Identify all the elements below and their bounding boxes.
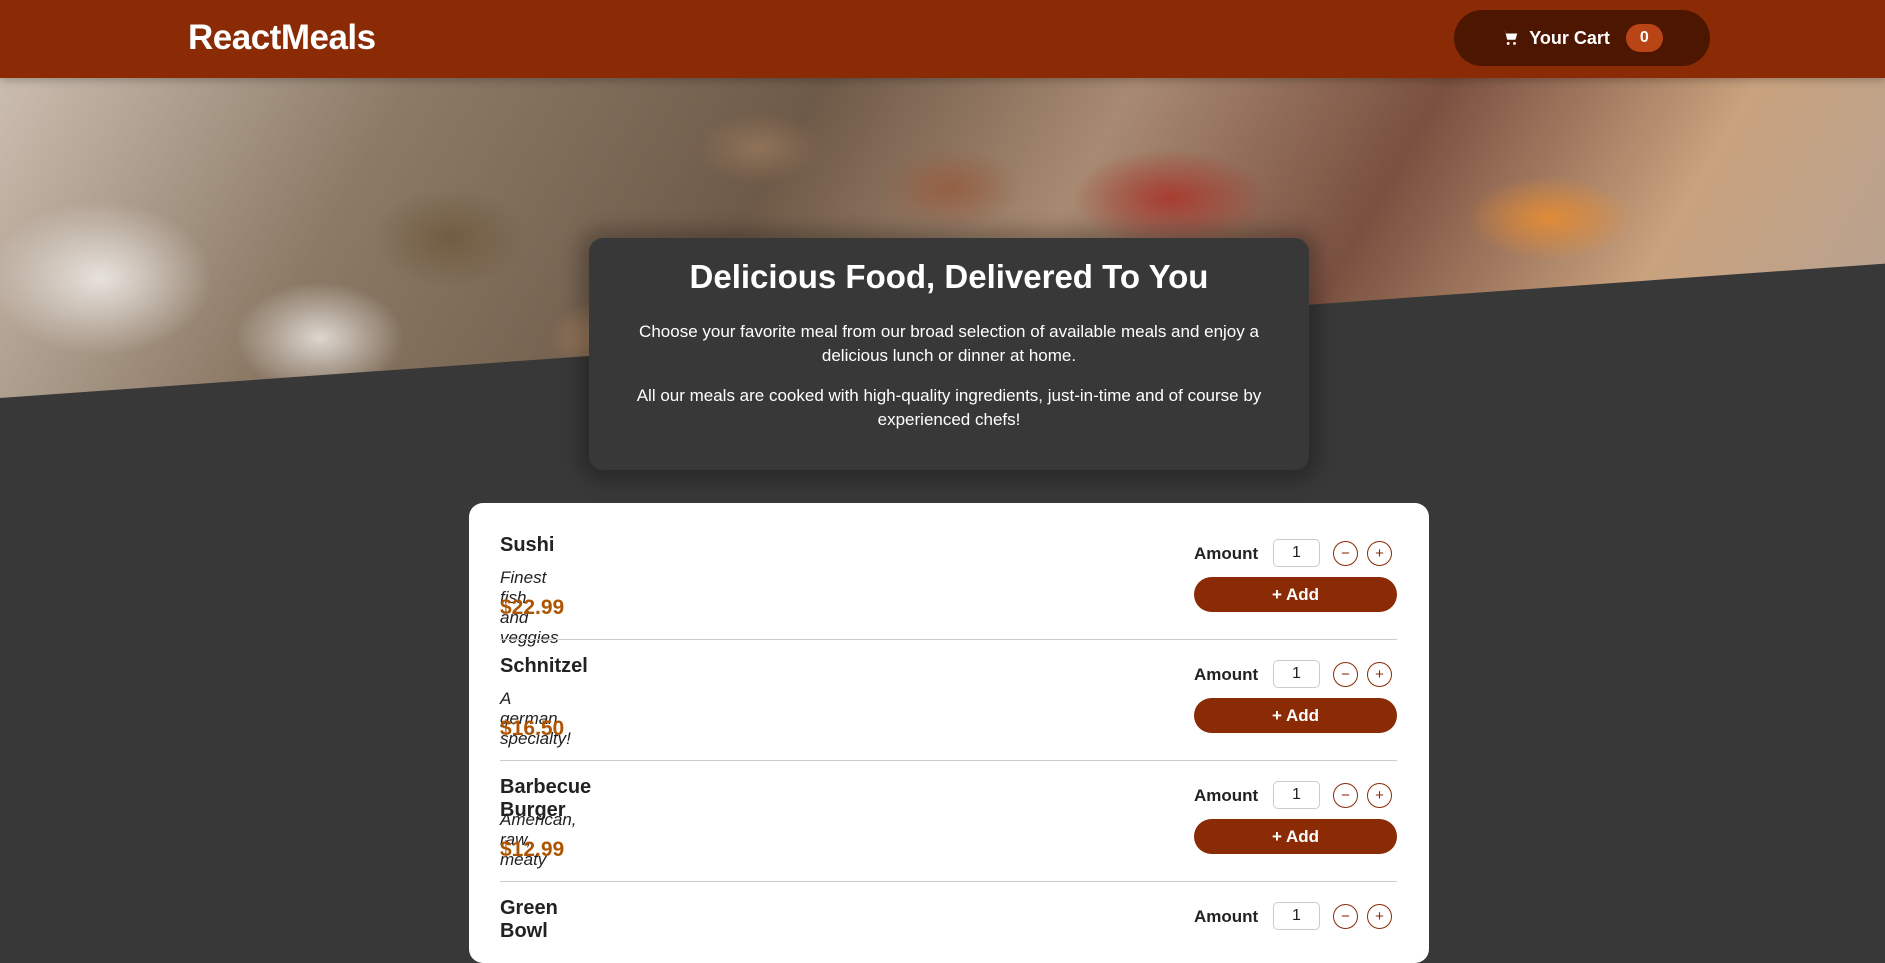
increment-button[interactable]: + (1367, 541, 1392, 566)
amount-input[interactable] (1273, 539, 1320, 567)
cart-icon (1503, 30, 1518, 45)
summary-paragraph-1: Choose your favorite meal from our broad… (639, 322, 1259, 365)
meal-divider (500, 639, 1397, 640)
summary-paragraph-2: All our meals are cooked with high-quali… (636, 386, 1262, 429)
summary-title: Delicious Food, Delivered To You (689, 258, 1209, 295)
meal-divider (500, 760, 1397, 761)
meal-name: Schnitzel (500, 655, 588, 677)
decrement-button[interactable]: − (1333, 662, 1358, 687)
increment-button[interactable]: + (1367, 662, 1392, 687)
app-header: ReactMeals Your Cart 0 (0, 0, 1885, 78)
amount-label: Amount (1194, 907, 1259, 926)
meal-price: $12.99 (500, 838, 565, 861)
meals-list (469, 503, 1429, 963)
meal-divider (500, 881, 1397, 882)
amount-input[interactable] (1273, 902, 1320, 930)
increment-button[interactable]: + (1367, 904, 1392, 929)
meal-name: Sushi (500, 534, 555, 556)
brand-title: ReactMeals (188, 18, 376, 57)
amount-input[interactable] (1273, 781, 1320, 809)
meal-price: $22.99 (500, 596, 565, 619)
decrement-button[interactable]: − (1333, 904, 1358, 929)
increment-button[interactable]: + (1367, 783, 1392, 808)
amount-label: Amount (1194, 544, 1259, 563)
cart-button[interactable]: Your Cart 0 (1454, 10, 1710, 66)
cart-count-badge: 0 (1625, 24, 1663, 52)
cart-label: Your Cart (1529, 27, 1610, 48)
decrement-button[interactable]: − (1333, 541, 1358, 566)
decrement-button[interactable]: − (1333, 783, 1358, 808)
amount-input[interactable] (1273, 660, 1320, 688)
meals-summary: Delicious Food, Delivered To You Choose … (589, 238, 1309, 470)
add-to-cart-button[interactable]: + Add (1194, 819, 1397, 854)
add-to-cart-button[interactable]: + Add (1194, 577, 1397, 612)
meal-price: $16.50 (500, 717, 565, 740)
amount-label: Amount (1194, 665, 1259, 684)
add-to-cart-button[interactable]: + Add (1194, 698, 1397, 733)
amount-label: Amount (1194, 786, 1259, 805)
meal-name: Green Bowl (500, 897, 558, 942)
